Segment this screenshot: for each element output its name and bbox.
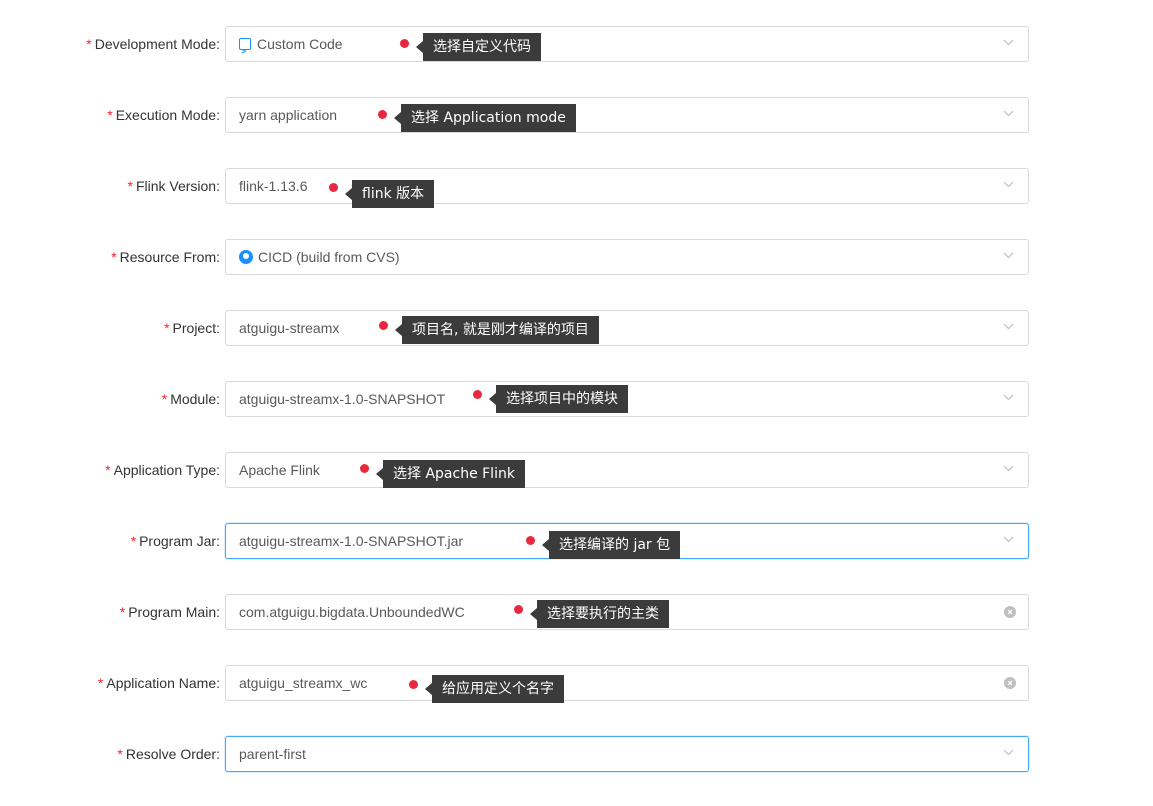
chevron-down-icon xyxy=(1003,98,1014,117)
application-type-select[interactable]: Apache Flink xyxy=(225,452,1029,488)
annotation-dot xyxy=(378,110,387,119)
required-mark: * xyxy=(97,675,104,691)
form-row-execution-mode: * Execution Mode: yarn application 选择 App… xyxy=(0,97,1153,133)
select-value: parent-first xyxy=(239,746,306,762)
project-select[interactable]: atguigu-streamx xyxy=(225,310,1029,346)
select-value: atguigu-streamx xyxy=(239,320,340,336)
annotation-tooltip: 选择项目中的模块 xyxy=(489,385,628,413)
chevron-down-icon xyxy=(1003,311,1014,330)
form-row-resource-from: * Resource From: CICD (build from CVS) xyxy=(0,239,1153,275)
form-row-program-jar: * Program Jar: atguigu-streamx-1.0-SNAPSH… xyxy=(0,523,1153,559)
chevron-down-icon xyxy=(1003,27,1014,46)
input-value: atguigu_streamx_wc xyxy=(239,675,368,691)
resource-from-select[interactable]: CICD (build from CVS) xyxy=(225,239,1029,275)
select-value: Apache Flink xyxy=(239,462,320,478)
form-row-resolve-order: * Resolve Order: parent-first xyxy=(0,736,1153,772)
annotation-dot xyxy=(329,183,338,192)
annotation-dot xyxy=(526,536,535,545)
field-label: * Module: xyxy=(161,391,220,407)
application-name-input[interactable]: atguigu_streamx_wc xyxy=(225,665,1029,701)
form-row-project: * Project: atguigu-streamx 项目名, 就是刚才编译的项目 xyxy=(0,310,1153,346)
github-icon xyxy=(239,250,253,264)
execution-mode-select[interactable]: yarn application xyxy=(225,97,1029,133)
select-value: com.atguigu.bigdata.UnboundedWC xyxy=(239,604,465,620)
select-value: CICD (build from CVS) xyxy=(258,249,400,265)
annotation-dot xyxy=(514,605,523,614)
chevron-down-icon xyxy=(1003,524,1014,543)
required-mark: * xyxy=(117,746,123,762)
select-value: Custom Code xyxy=(257,36,343,52)
required-mark: * xyxy=(105,462,111,478)
resolve-order-select[interactable]: parent-first xyxy=(225,736,1029,772)
field-label: * Execution Mode: xyxy=(107,107,220,123)
required-mark: * xyxy=(127,178,133,194)
annotation-tooltip: 选择 Application mode xyxy=(394,104,576,132)
field-label: * Flink Version: xyxy=(127,178,221,194)
form-row-flink-version: * Flink Version: flink-1.13.6 flink 版本 xyxy=(0,168,1153,208)
chevron-down-icon xyxy=(1003,453,1014,472)
annotation-tooltip: 选择自定义代码 xyxy=(416,33,541,61)
form-row-application-type: * Application Type: Apache Flink 选择 Apach… xyxy=(0,452,1153,488)
select-value: atguigu-streamx-1.0-SNAPSHOT.jar xyxy=(239,533,464,549)
annotation-dot xyxy=(400,39,409,48)
form-row-module: * Module: atguigu-streamx-1.0-SNAPSHOT 选择… xyxy=(0,381,1153,417)
annotation-dot xyxy=(379,321,388,330)
annotation-tooltip: flink 版本 xyxy=(344,180,435,208)
chevron-down-icon xyxy=(1003,382,1014,401)
field-label: * Application Type: xyxy=(105,462,220,478)
select-value: atguigu-streamx-1.0-SNAPSHOT xyxy=(239,391,446,407)
form-row-application-name: * Application Name: atguigu_streamx_wc 给应… xyxy=(0,665,1153,703)
annotation-tooltip: 给应用定义个名字 xyxy=(425,675,564,703)
required-mark: * xyxy=(111,249,117,265)
required-mark: * xyxy=(164,320,170,336)
chevron-down-icon xyxy=(1003,737,1014,756)
annotation-dot xyxy=(409,680,418,689)
clear-icon[interactable] xyxy=(1004,677,1016,689)
required-mark: * xyxy=(119,604,126,620)
required-mark: * xyxy=(161,391,168,407)
code-icon xyxy=(239,35,251,69)
field-label: * Application Name: xyxy=(97,675,220,691)
clear-icon[interactable] xyxy=(1004,606,1016,618)
field-label: * Program Jar: xyxy=(130,533,220,549)
annotation-tooltip: 选择要执行的主类 xyxy=(530,600,669,628)
form-row-development-mode: *Development Mode: Custom Code 选择自定义代码 xyxy=(0,26,1153,69)
annotation-tooltip: 项目名, 就是刚才编译的项目 xyxy=(395,316,599,344)
required-mark: * xyxy=(86,36,92,52)
chevron-down-icon xyxy=(1003,169,1014,188)
form-row-program-main: * Program Main: com.atguigu.bigdata.Unbou… xyxy=(0,594,1153,630)
annotation-tooltip: 选择编译的 jar 包 xyxy=(541,531,681,559)
field-label: * Resolve Order: xyxy=(117,746,220,762)
annotation-dot xyxy=(473,390,482,399)
select-value: flink-1.13.6 xyxy=(239,178,308,194)
annotation-tooltip: 选择 Apache Flink xyxy=(376,460,525,488)
field-label: * Development Mode: xyxy=(86,36,220,52)
field-label: * Resource From: xyxy=(111,249,220,265)
chevron-down-icon xyxy=(1003,240,1014,259)
field-label: * Project: xyxy=(164,320,220,336)
required-mark: * xyxy=(130,533,137,549)
select-value: yarn application xyxy=(239,107,338,123)
annotation-dot xyxy=(360,464,369,473)
field-label: * Program Main: xyxy=(119,604,220,620)
required-mark: * xyxy=(107,107,113,123)
development-mode-select[interactable]: Custom Code xyxy=(225,26,1029,69)
